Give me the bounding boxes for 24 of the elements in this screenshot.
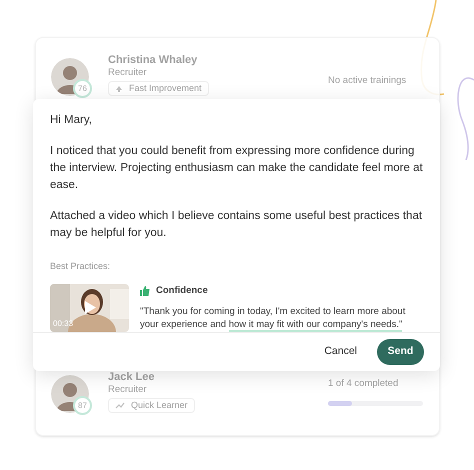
best-practices-label: Best Practices: [50, 260, 112, 273]
score-badge: 76 [73, 79, 92, 98]
send-button[interactable]: Send [377, 338, 424, 365]
person-name: Christina Whaley [108, 54, 198, 67]
status-text: 1 of 4 completed [328, 377, 400, 391]
message-paragraph: I noticed that you could benefit from expressing more confidence during the interview. Projecting enthusiasm can make the candidate feel more at ease. [50, 144, 424, 193]
person-role: Recruiter [108, 384, 148, 396]
status-text: No active trainings [328, 74, 406, 88]
message-paragraph: Attached a video which I believe contains some useful best practices that may be helpful for you. [50, 209, 424, 241]
skill-title: Confidence [156, 284, 208, 298]
skill-tag: Fast Improvement [108, 81, 209, 96]
trend-icon [115, 402, 125, 409]
score-badge: 87 [73, 396, 92, 415]
arrow-up-icon [115, 84, 123, 92]
video-duration: 00:33 [53, 318, 74, 330]
cancel-button[interactable]: Cancel [324, 344, 357, 360]
greeting: Hi Mary, [50, 113, 93, 128]
quote-text: "Thank you for coming in today, I'm excited to learn more about your experience and how it may fit with our company's needs." [140, 304, 406, 331]
thumbs-up-icon [140, 286, 150, 296]
skill-tag: Quick Learner [108, 398, 195, 413]
highlighted-quote: how it may fit with our company's needs." [228, 318, 402, 332]
person-name: Jack Lee [108, 371, 156, 384]
play-icon [85, 300, 96, 314]
person-role: Recruiter [108, 67, 148, 79]
